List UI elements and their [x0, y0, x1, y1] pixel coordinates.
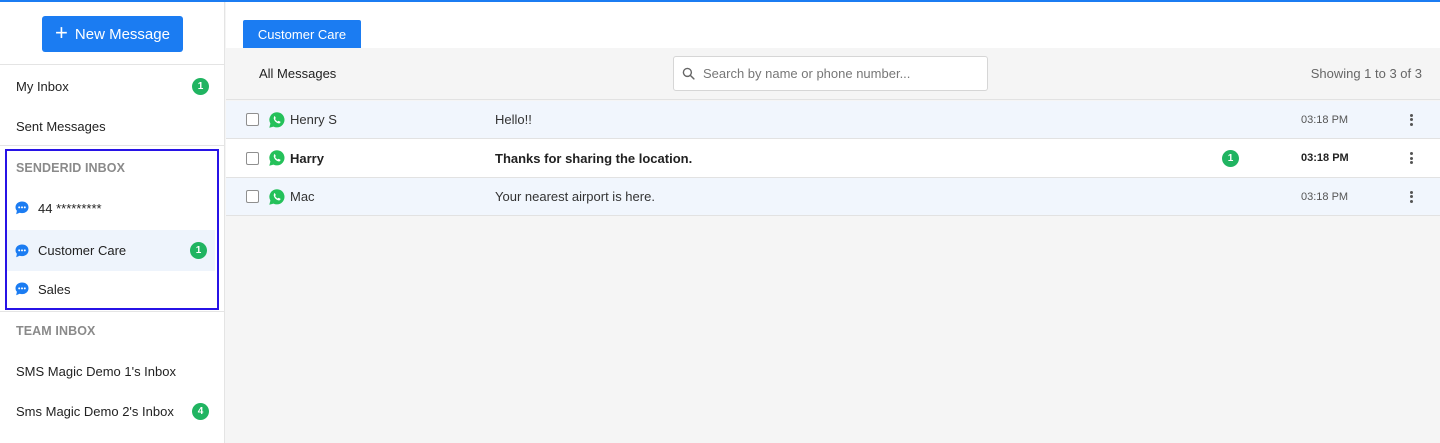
- new-message-label: New Message: [74, 25, 170, 43]
- row-checkbox[interactable]: [246, 113, 259, 126]
- row-checkbox[interactable]: [246, 190, 259, 203]
- team-inbox-heading: TEAM INBOX: [16, 324, 96, 338]
- message-time: 03:18 PM: [1301, 152, 1349, 164]
- search-icon: [682, 67, 695, 80]
- table-row[interactable]: Harry Thanks for sharing the location. 1…: [226, 139, 1440, 178]
- sidebar-item-label: Sales: [38, 281, 71, 297]
- unread-count-badge: 4: [192, 402, 209, 420]
- sidebar-item-sms-magic-demo-1[interactable]: SMS Magic Demo 1's Inbox: [0, 351, 225, 391]
- unread-count-badge: 1: [190, 242, 207, 259]
- message-time: 03:18 PM: [1301, 190, 1349, 203]
- table-row[interactable]: Mac Your nearest airport is here. 03:18 …: [226, 178, 1440, 216]
- sidebar-item-label: SMS Magic Demo 1's Inbox: [16, 363, 176, 379]
- whatsapp-icon: [269, 150, 285, 166]
- sidebar-item-customer-care[interactable]: Customer Care 1: [7, 230, 215, 271]
- chat-bubble-icon: [15, 201, 29, 215]
- sidebar-item-sender-44[interactable]: 44 *********: [0, 188, 225, 228]
- all-messages-filter[interactable]: All Messages: [259, 66, 336, 81]
- tab-bar: [226, 2, 1440, 48]
- sidebar-item-label: 44 *********: [38, 200, 102, 216]
- tab-customer-care[interactable]: Customer Care: [243, 20, 361, 48]
- contact-name: Mac: [290, 189, 315, 204]
- contact-name: Henry S: [290, 112, 337, 127]
- message-preview: Your nearest airport is here.: [495, 189, 655, 204]
- sidebar-item-label: My Inbox: [16, 78, 69, 94]
- sidebar-divider: [0, 145, 225, 146]
- sidebar: + New Message My Inbox 1 Sent Messages S…: [0, 2, 225, 443]
- sidebar-item-label: Customer Care: [38, 243, 127, 258]
- sidebar-item-my-inbox[interactable]: My Inbox 1: [0, 66, 225, 106]
- search-input[interactable]: [703, 66, 973, 81]
- sidebar-item-label: Sent Messages: [16, 118, 106, 134]
- contact-name: Harry: [290, 150, 324, 166]
- sidebar-divider: [0, 64, 225, 65]
- row-checkbox[interactable]: [246, 151, 259, 165]
- pagination-summary: Showing 1 to 3 of 3: [1310, 66, 1422, 81]
- message-preview: Hello!!: [495, 112, 532, 127]
- message-toolbar: All Messages Showing 1 to 3 of 3: [226, 48, 1440, 100]
- message-preview: Thanks for sharing the location.: [495, 150, 693, 166]
- new-message-button[interactable]: + New Message: [42, 16, 183, 52]
- unread-count-badge: 1: [1222, 149, 1239, 167]
- sidebar-divider: [0, 311, 225, 312]
- chat-bubble-icon: [15, 244, 29, 257]
- senderid-inbox-heading: SENDERID INBOX: [16, 161, 126, 175]
- sidebar-item-sales[interactable]: Sales: [0, 269, 225, 309]
- sidebar-item-sms-magic-demo-2[interactable]: Sms Magic Demo 2's Inbox 4: [0, 391, 225, 431]
- message-time: 03:18 PM: [1301, 113, 1349, 126]
- whatsapp-icon: [269, 111, 285, 128]
- chat-bubble-icon: [15, 282, 29, 296]
- sidebar-item-sent-messages[interactable]: Sent Messages: [0, 106, 225, 146]
- plus-icon: +: [55, 20, 68, 45]
- table-row[interactable]: Henry S Hello!! 03:18 PM: [226, 101, 1440, 139]
- search-box[interactable]: [673, 56, 988, 91]
- kebab-menu-icon[interactable]: [1406, 112, 1416, 128]
- unread-count-badge: 1: [192, 77, 209, 95]
- kebab-menu-icon[interactable]: [1406, 150, 1416, 166]
- whatsapp-icon: [269, 188, 285, 205]
- sidebar-item-label: Sms Magic Demo 2's Inbox: [16, 403, 174, 419]
- kebab-menu-icon[interactable]: [1406, 189, 1416, 205]
